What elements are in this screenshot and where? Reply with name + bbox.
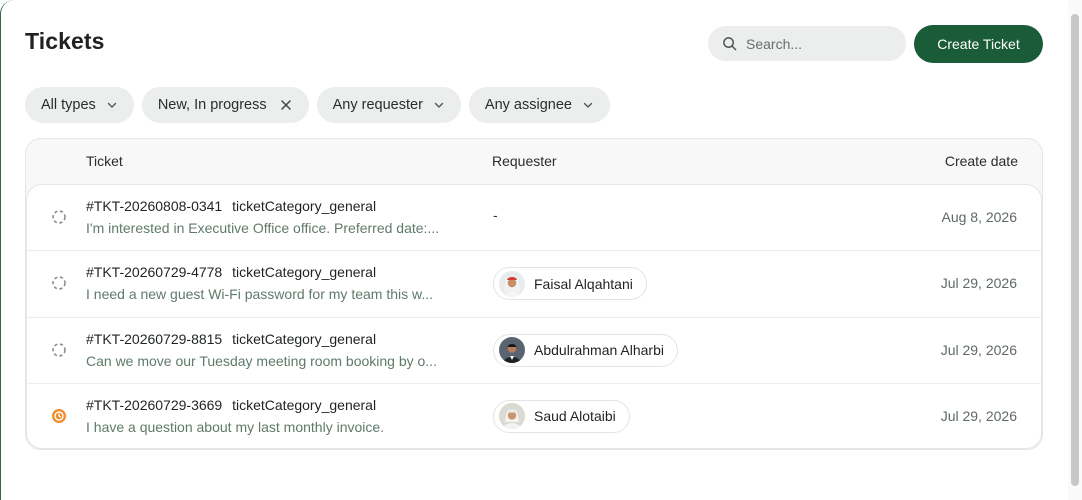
app-window: Tickets Create Ticket All types New, In … <box>0 0 1082 500</box>
search-input[interactable] <box>746 35 886 52</box>
chevron-down-icon <box>107 102 117 108</box>
status-new-icon <box>52 342 66 357</box>
scrollbar[interactable] <box>1068 0 1082 500</box>
column-header-ticket[interactable]: Ticket <box>86 153 123 169</box>
column-header-create-date[interactable]: Create date <box>945 153 1018 169</box>
requester-chip[interactable]: Abdulrahman Alharbi <box>493 333 678 367</box>
table-header: Ticket Requester Create date <box>26 139 1042 184</box>
status-new-icon <box>52 210 66 224</box>
ticket-id: #TKT-20260729-3669 <box>86 396 223 413</box>
table-row[interactable]: #TKT-20260729-8815 ticketCategory_genera… <box>27 318 1041 384</box>
create-date: Aug 8, 2026 <box>941 209 1017 225</box>
scrollbar-thumb[interactable] <box>1071 14 1079 486</box>
ticket-category: ticketCategory_general <box>232 264 377 281</box>
tickets-table: Ticket Requester Create date #TKT-202608… <box>25 138 1043 450</box>
status-in-progress-icon <box>52 408 66 423</box>
ticket-id: #TKT-20260729-8815 <box>86 330 223 347</box>
search-icon <box>723 37 737 51</box>
filter-type-chip[interactable]: All types <box>25 87 134 123</box>
status-new-icon <box>52 276 66 291</box>
create-date: Jul 29, 2026 <box>940 341 1017 358</box>
close-icon[interactable] <box>279 98 293 112</box>
avatar <box>499 270 525 297</box>
create-ticket-button[interactable]: Create Ticket <box>914 25 1043 63</box>
ticket-id: #TKT-20260808-0341 <box>86 198 223 214</box>
filter-requester-label: Any requester <box>332 97 423 113</box>
create-date: Jul 29, 2026 <box>940 407 1017 424</box>
filter-bar: All types New, In progress Any requester… <box>25 87 610 123</box>
filter-assignee-chip[interactable]: Any assignee <box>468 87 610 123</box>
requester-name: Faisal Alqahtani <box>534 275 633 292</box>
filter-status-chip[interactable]: New, In progress <box>141 87 309 123</box>
ticket-description: I'm interested in Executive Office offic… <box>86 220 440 236</box>
ticket-description: I have a question about my last monthly … <box>86 418 385 435</box>
filter-status-label: New, In progress <box>157 97 267 113</box>
ticket-description: I need a new guest Wi-Fi password for my… <box>86 286 434 303</box>
page-title: Tickets <box>25 28 105 54</box>
avatar <box>499 337 525 363</box>
requester-chip[interactable]: Saud Alotaibi <box>493 399 630 433</box>
ticket-category: ticketCategory_general <box>232 330 377 347</box>
ticket-description: Can we move our Tuesday meeting room boo… <box>86 352 437 369</box>
avatar <box>499 403 525 430</box>
requester-name: Saud Alotaibi <box>534 408 616 425</box>
search-box[interactable] <box>708 26 906 61</box>
table-row[interactable]: #TKT-20260729-3669 ticketCategory_genera… <box>27 384 1041 448</box>
filter-requester-chip[interactable]: Any requester <box>316 87 461 123</box>
ticket-id: #TKT-20260729-4778 <box>86 264 223 281</box>
chevron-down-icon <box>434 102 444 108</box>
filter-type-label: All types <box>41 97 96 113</box>
ticket-category: ticketCategory_general <box>232 198 377 214</box>
table-row[interactable]: #TKT-20260729-4778 ticketCategory_genera… <box>27 251 1041 318</box>
ticket-category: ticketCategory_general <box>232 396 377 413</box>
table-row[interactable]: #TKT-20260808-0341 ticketCategory_genera… <box>27 185 1041 252</box>
table-body: #TKT-20260808-0341 ticketCategory_genera… <box>26 184 1042 449</box>
requester-name: Abdulrahman Alharbi <box>534 342 664 358</box>
create-date: Jul 29, 2026 <box>940 275 1017 292</box>
filter-assignee-label: Any assignee <box>484 97 572 113</box>
requester-empty: - <box>493 207 498 223</box>
requester-chip[interactable]: Faisal Alqahtani <box>493 267 647 301</box>
column-header-requester[interactable]: Requester <box>492 153 557 169</box>
chevron-down-icon <box>583 102 593 108</box>
